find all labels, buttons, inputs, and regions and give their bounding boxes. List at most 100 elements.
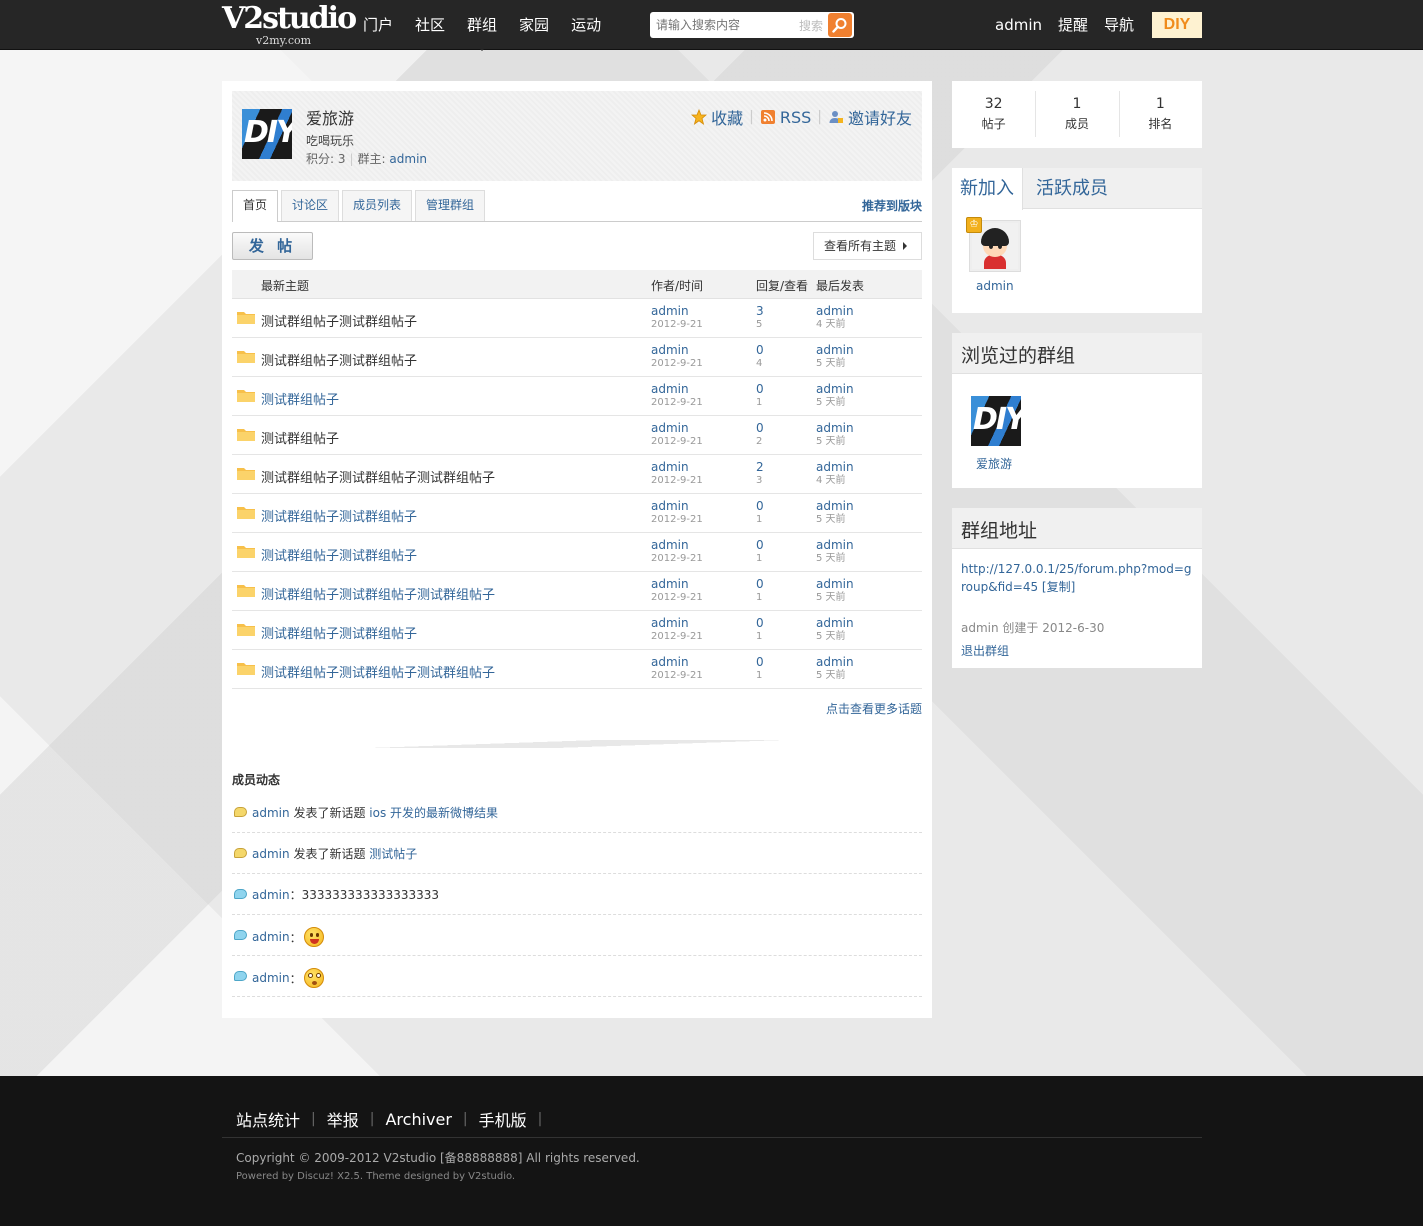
thread-last-author-link[interactable]: admin [816, 577, 854, 591]
feed-target-link[interactable]: ios 开发的最新微博结果 [369, 804, 498, 821]
navigate-link[interactable]: 导航 [1104, 0, 1134, 50]
feed-target-link[interactable]: 测试帖子 [369, 845, 417, 862]
feed-item: admin ：333333333333333333 [232, 874, 922, 915]
thread-author-link[interactable]: admin [651, 460, 703, 474]
thread-last-cell: admin 5 天前 [816, 343, 854, 370]
feed-user-link[interactable]: admin [252, 888, 290, 902]
thread-author-link[interactable]: admin [651, 343, 703, 357]
thread-author-link[interactable]: admin [651, 655, 703, 669]
nav-item-sports[interactable]: 运动 [560, 0, 612, 50]
thread-replies[interactable]: 0 [756, 343, 764, 357]
recommend-to-board-link[interactable]: 推荐到版块 [862, 197, 922, 214]
feed-user-link[interactable]: admin [252, 847, 290, 861]
thread-title[interactable]: 测试群组帖子 [261, 389, 339, 408]
new-post-button[interactable]: 发 帖 [232, 232, 313, 260]
nav-item-portal[interactable]: 门户 [352, 0, 404, 50]
view-all-topics-button[interactable]: 查看所有主题 [813, 232, 922, 260]
thread-last-author-link[interactable]: admin [816, 499, 854, 513]
group-logo[interactable]: DIY [242, 109, 292, 159]
thread-last-author-link[interactable]: admin [816, 538, 854, 552]
thread-replies[interactable]: 3 [756, 304, 764, 318]
thread-count-cell: 01 [756, 616, 764, 643]
thread-title[interactable]: 测试群组帖子测试群组帖子 [261, 311, 417, 330]
thread-author-link[interactable]: admin [651, 304, 703, 318]
thread-last-author-link[interactable]: admin [816, 616, 854, 630]
thread-replies[interactable]: 0 [756, 616, 764, 630]
thread-title[interactable]: 测试群组帖子测试群组帖子测试群组帖子 [261, 662, 495, 681]
thread-title[interactable]: 测试群组帖子测试群组帖子 [261, 623, 417, 642]
thread-replies[interactable]: 0 [756, 577, 764, 591]
thread-author-link[interactable]: admin [651, 616, 703, 630]
footer-link-report[interactable]: 举报 [327, 1107, 359, 1131]
group-url-text[interactable]: http://127.0.0.1/25/forum.php?mod=group&… [961, 562, 1192, 594]
thread-replies[interactable]: 2 [756, 460, 764, 474]
remind-link[interactable]: 提醒 [1058, 0, 1088, 50]
thread-count-cell: 04 [756, 343, 764, 370]
footer-link-mobile[interactable]: 手机版 [479, 1107, 527, 1131]
site-logo[interactable]: V2studio v2my.com [222, 4, 357, 48]
thread-title[interactable]: 测试群组帖子测试群组帖子 [261, 350, 417, 369]
thread-author-link[interactable]: admin [651, 382, 703, 396]
thread-author-link[interactable]: admin [651, 538, 703, 552]
group-owner-link[interactable]: admin [389, 152, 427, 166]
tab-members[interactable]: 成员列表 [342, 190, 413, 221]
invite-friends-button[interactable]: 邀请好友 [828, 105, 912, 129]
thread-replies[interactable]: 0 [756, 382, 764, 396]
thread-last-author-link[interactable]: admin [816, 343, 854, 357]
feed-user-link[interactable]: admin [252, 806, 290, 820]
thread-last-author-link[interactable]: admin [816, 655, 854, 669]
tab-active-members[interactable]: 活跃成员 [1028, 168, 1116, 209]
thread-replies[interactable]: 0 [756, 538, 764, 552]
feed-user-link[interactable]: admin [252, 971, 290, 985]
search-button[interactable] [828, 13, 852, 37]
diy-button[interactable]: DIY [1152, 12, 1202, 38]
feed-text: ： [289, 930, 302, 945]
thread-replies[interactable]: 0 [756, 655, 764, 669]
group-tabs: 首页 讨论区 成员列表 管理群组 推荐到版块 [232, 190, 922, 222]
thread-last-time: 4 天前 [816, 475, 846, 486]
favorite-button[interactable]: 收藏 [691, 105, 743, 129]
footer-links: 站点统计 | 举报 | Archiver | 手机版 | [236, 1107, 553, 1131]
thread-title[interactable]: 测试群组帖子 [261, 428, 339, 447]
folder-icon [237, 624, 255, 636]
copy-url-link[interactable]: [复制] [1042, 580, 1075, 594]
thread-author-link[interactable]: admin [651, 577, 703, 591]
visited-group-name[interactable]: 爱旅游 [976, 455, 1012, 472]
tab-new-members[interactable]: 新加入 [952, 168, 1023, 210]
more-topics-link[interactable]: 点击查看更多话题 [826, 700, 922, 717]
member-name-link[interactable]: admin [976, 279, 1014, 293]
nav-item-home[interactable]: 家园 [508, 0, 560, 50]
thread-replies[interactable]: 0 [756, 499, 764, 513]
tab-home[interactable]: 首页 [232, 190, 279, 222]
username-link[interactable]: admin [995, 0, 1042, 50]
thread-title[interactable]: 测试群组帖子测试群组帖子 [261, 506, 417, 525]
thread-date: 2012-9-21 [651, 358, 703, 369]
thread-last-author-link[interactable]: admin [816, 304, 854, 318]
thread-title[interactable]: 测试群组帖子测试群组帖子 [261, 545, 417, 564]
thread-date: 2012-9-21 [651, 475, 703, 486]
thread-author-link[interactable]: admin [651, 421, 703, 435]
footer-link-archiver[interactable]: Archiver [385, 1110, 451, 1129]
thread-author-cell: admin 2012-9-21 [651, 304, 703, 331]
thread-author-link[interactable]: admin [651, 499, 703, 513]
search-input[interactable] [656, 16, 796, 34]
leave-group-link[interactable]: 退出群组 [961, 642, 1009, 659]
thread-title[interactable]: 测试群组帖子测试群组帖子测试群组帖子 [261, 584, 495, 603]
thread-last-author-link[interactable]: admin [816, 460, 854, 474]
thread-count-cell: 01 [756, 655, 764, 682]
feed-user-link[interactable]: admin [252, 930, 290, 944]
thread-last-cell: admin 5 天前 [816, 577, 854, 604]
folder-icon [237, 390, 255, 402]
visited-group-logo[interactable]: DIY [971, 396, 1021, 446]
thread-last-author-link[interactable]: admin [816, 421, 854, 435]
nav-item-forum[interactable]: 社区 [404, 0, 456, 50]
thread-replies[interactable]: 0 [756, 421, 764, 435]
tab-discussion[interactable]: 讨论区 [281, 190, 340, 221]
rss-button[interactable]: RSS [760, 108, 811, 127]
footer-link-stats[interactable]: 站点统计 [236, 1107, 300, 1131]
thread-title[interactable]: 测试群组帖子测试群组帖子测试群组帖子 [261, 467, 495, 486]
nav-item-group[interactable]: 群组 [456, 0, 508, 51]
tab-manage[interactable]: 管理群组 [415, 190, 486, 221]
thread-views: 1 [756, 553, 763, 564]
thread-last-author-link[interactable]: admin [816, 382, 854, 396]
